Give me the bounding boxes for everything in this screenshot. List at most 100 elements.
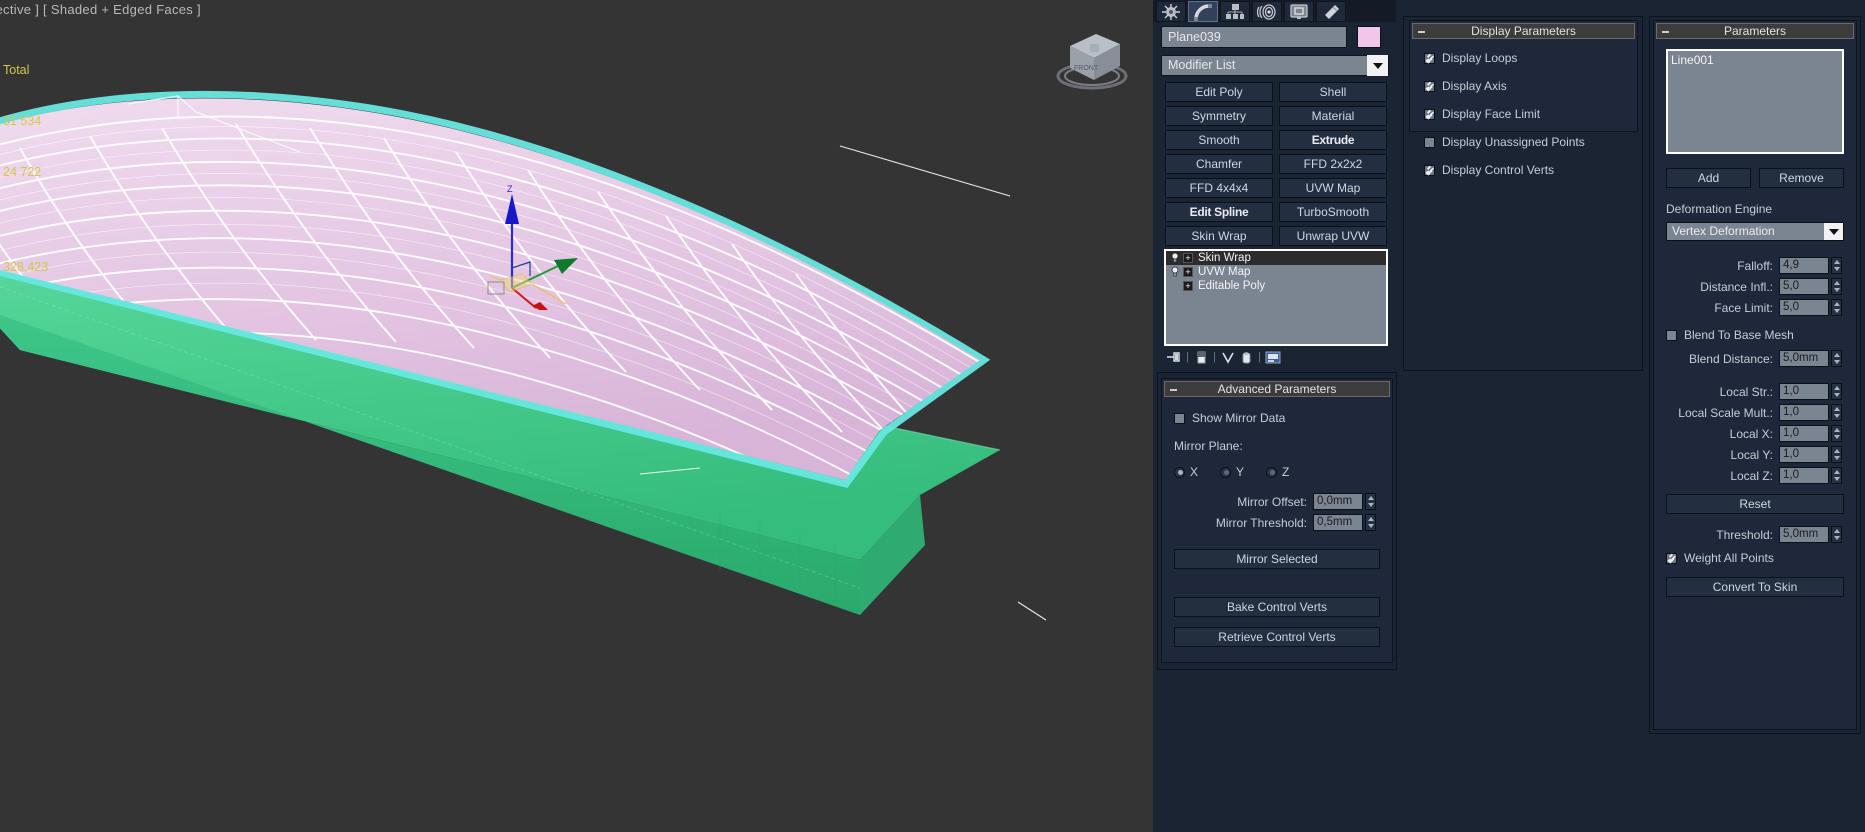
modifier-button-shell[interactable]: Shell xyxy=(1279,82,1387,102)
display-param-display-control-verts[interactable]: ✔ Display Control Verts xyxy=(1424,163,1637,177)
display-parameters-title[interactable]: Display Parameters xyxy=(1412,23,1635,39)
object-name-field[interactable]: Plane039 xyxy=(1161,26,1347,48)
checkbox-icon[interactable]: ✔ xyxy=(1424,80,1435,93)
collapse-icon[interactable] xyxy=(1662,31,1669,33)
falloff-spinner[interactable] xyxy=(1831,257,1842,274)
display-param-display-face-limit[interactable]: ✔ Display Face Limit xyxy=(1424,107,1637,121)
local-scale-mult-spinner[interactable] xyxy=(1831,404,1842,421)
configure-modifier-sets-icon[interactable] xyxy=(1264,350,1282,365)
hierarchy-tab[interactable] xyxy=(1220,1,1250,22)
modifier-button-uvw-map[interactable]: UVW Map xyxy=(1279,178,1387,198)
stack-item-editable-poly[interactable]: + Editable Poly xyxy=(1166,279,1386,293)
pin-stack-icon[interactable] xyxy=(1165,350,1183,365)
modifier-button-edit-spline[interactable]: Edit Spline xyxy=(1165,202,1273,222)
weight-all-points-row[interactable]: ✔ Weight All Points xyxy=(1666,551,1856,565)
utilities-tab[interactable] xyxy=(1316,1,1346,22)
blend-to-base-mesh-row[interactable]: Blend To Base Mesh xyxy=(1666,328,1856,342)
collapse-icon[interactable] xyxy=(1418,31,1425,33)
local-y-input[interactable]: 1,0 xyxy=(1779,446,1829,463)
show-mirror-data-row[interactable]: Show Mirror Data xyxy=(1174,411,1392,425)
modifier-button-chamfer[interactable]: Chamfer xyxy=(1165,154,1273,174)
make-unique-icon[interactable] xyxy=(1219,350,1237,365)
local-y-spinner[interactable] xyxy=(1831,446,1842,463)
face-limit-input[interactable]: 5,0 xyxy=(1779,299,1829,316)
local-str-input[interactable]: 1,0 xyxy=(1779,383,1829,400)
modifier-button-unwrap-uvw[interactable]: Unwrap UVW xyxy=(1279,226,1387,246)
falloff-input[interactable]: 4,9 xyxy=(1779,257,1829,274)
local-z-input[interactable]: 1,0 xyxy=(1779,467,1829,484)
bake-control-verts-button[interactable]: Bake Control Verts xyxy=(1174,597,1380,617)
face-limit-spinner[interactable] xyxy=(1831,299,1842,316)
modifier-button-skin-wrap[interactable]: Skin Wrap xyxy=(1165,226,1273,246)
mirror-plane-radio-group[interactable]: X Y Z xyxy=(1174,465,1392,479)
modifier-button-material[interactable]: Material xyxy=(1279,106,1387,126)
mirror-offset-input[interactable]: 0,0mm xyxy=(1313,493,1363,510)
modifier-button-symmetry[interactable]: Symmetry xyxy=(1165,106,1273,126)
checkbox-icon[interactable]: ✔ xyxy=(1424,52,1435,65)
lightbulb-icon[interactable] xyxy=(1169,266,1182,278)
stack-item-skin-wrap[interactable]: + Skin Wrap xyxy=(1166,251,1386,265)
convert-to-skin-button[interactable]: Convert To Skin xyxy=(1666,577,1844,597)
bone-list[interactable]: Line001 xyxy=(1666,49,1844,154)
expand-plus-icon[interactable]: + xyxy=(1183,253,1193,263)
local-x-spinner[interactable] xyxy=(1831,425,1842,442)
show-end-result-icon[interactable] xyxy=(1192,350,1210,365)
checkbox-icon[interactable] xyxy=(1424,136,1435,148)
expand-plus-icon[interactable]: + xyxy=(1183,281,1193,291)
collapse-icon[interactable] xyxy=(1170,389,1177,391)
display-param-display-axis[interactable]: ✔ Display Axis xyxy=(1424,79,1637,93)
checkbox-icon[interactable]: ✔ xyxy=(1424,164,1435,177)
distance-infl-spinner[interactable] xyxy=(1831,278,1842,295)
mirror-offset-spinner[interactable] xyxy=(1365,493,1376,510)
deformation-engine-dropdown[interactable]: Vertex Deformation xyxy=(1666,222,1844,241)
local-scale-mult-input[interactable]: 1,0 xyxy=(1779,404,1829,421)
advanced-parameters-title[interactable]: Advanced Parameters xyxy=(1164,381,1390,397)
bone-list-item[interactable]: Line001 xyxy=(1671,53,1842,67)
blend-distance-spinner[interactable] xyxy=(1831,350,1842,367)
threshold-spinner[interactable] xyxy=(1831,526,1842,543)
display-tab[interactable] xyxy=(1284,1,1314,22)
local-z-spinner[interactable] xyxy=(1831,467,1842,484)
radio-icon[interactable] xyxy=(1266,466,1278,478)
blend-distance-input[interactable]: 5,0mm xyxy=(1779,350,1829,367)
display-param-display-loops[interactable]: ✔ Display Loops xyxy=(1424,51,1637,65)
mirror-plane-radio-y[interactable]: Y xyxy=(1220,465,1244,479)
local-str-spinner[interactable] xyxy=(1831,383,1842,400)
modifier-button-edit-poly[interactable]: Edit Poly xyxy=(1165,82,1273,102)
stack-item-uvw-map[interactable]: + UVW Map xyxy=(1166,265,1386,279)
object-color-swatch[interactable] xyxy=(1357,26,1381,48)
mirror-threshold-input[interactable]: 0,5mm xyxy=(1313,514,1363,531)
radio-icon[interactable] xyxy=(1220,466,1232,478)
mirror-threshold-spinner[interactable] xyxy=(1365,514,1376,531)
modifier-button-ffd-2x2x2[interactable]: FFD 2x2x2 xyxy=(1279,154,1387,174)
local-x-input[interactable]: 1,0 xyxy=(1779,425,1829,442)
mirror-plane-radio-x[interactable]: X xyxy=(1174,465,1198,479)
remove-bone-button[interactable]: Remove xyxy=(1759,168,1844,188)
chevron-down-icon[interactable] xyxy=(1367,55,1388,76)
modifier-button-smooth[interactable]: Smooth xyxy=(1165,130,1273,150)
motion-tab[interactable] xyxy=(1252,1,1282,22)
threshold-input[interactable]: 5,0mm xyxy=(1779,526,1829,543)
blend-to-base-mesh-checkbox[interactable] xyxy=(1666,329,1677,341)
reset-button[interactable]: Reset xyxy=(1666,494,1844,514)
expand-plus-icon[interactable]: + xyxy=(1183,267,1193,277)
radio-icon[interactable] xyxy=(1174,466,1185,478)
modifier-button-extrude[interactable]: Extrude xyxy=(1279,130,1387,150)
modify-tab[interactable] xyxy=(1188,1,1218,22)
modifier-stack[interactable]: + Skin Wrap + UVW Map + Editable Poly xyxy=(1164,249,1388,346)
mirror-selected-button[interactable]: Mirror Selected xyxy=(1174,549,1380,569)
show-mirror-data-checkbox[interactable] xyxy=(1174,412,1185,424)
move-transform-gizmo[interactable]: Z xyxy=(470,180,600,310)
distance-infl-input[interactable]: 5,0 xyxy=(1779,278,1829,295)
weight-all-points-checkbox[interactable]: ✔ xyxy=(1666,552,1677,565)
chevron-down-icon[interactable] xyxy=(1824,223,1843,240)
create-tab[interactable] xyxy=(1156,1,1186,22)
checkbox-icon[interactable]: ✔ xyxy=(1424,108,1435,121)
lightbulb-icon[interactable] xyxy=(1169,252,1182,264)
display-param-display-unassigned-points[interactable]: Display Unassigned Points xyxy=(1424,135,1637,149)
remove-modifier-icon[interactable] xyxy=(1237,350,1255,365)
viewcube[interactable]: FRONT xyxy=(1050,18,1134,92)
modifier-button-ffd-4x4x4[interactable]: FFD 4x4x4 xyxy=(1165,178,1273,198)
modifier-list-dropdown[interactable]: Modifier List xyxy=(1161,55,1389,76)
mirror-plane-radio-z[interactable]: Z xyxy=(1266,465,1289,479)
